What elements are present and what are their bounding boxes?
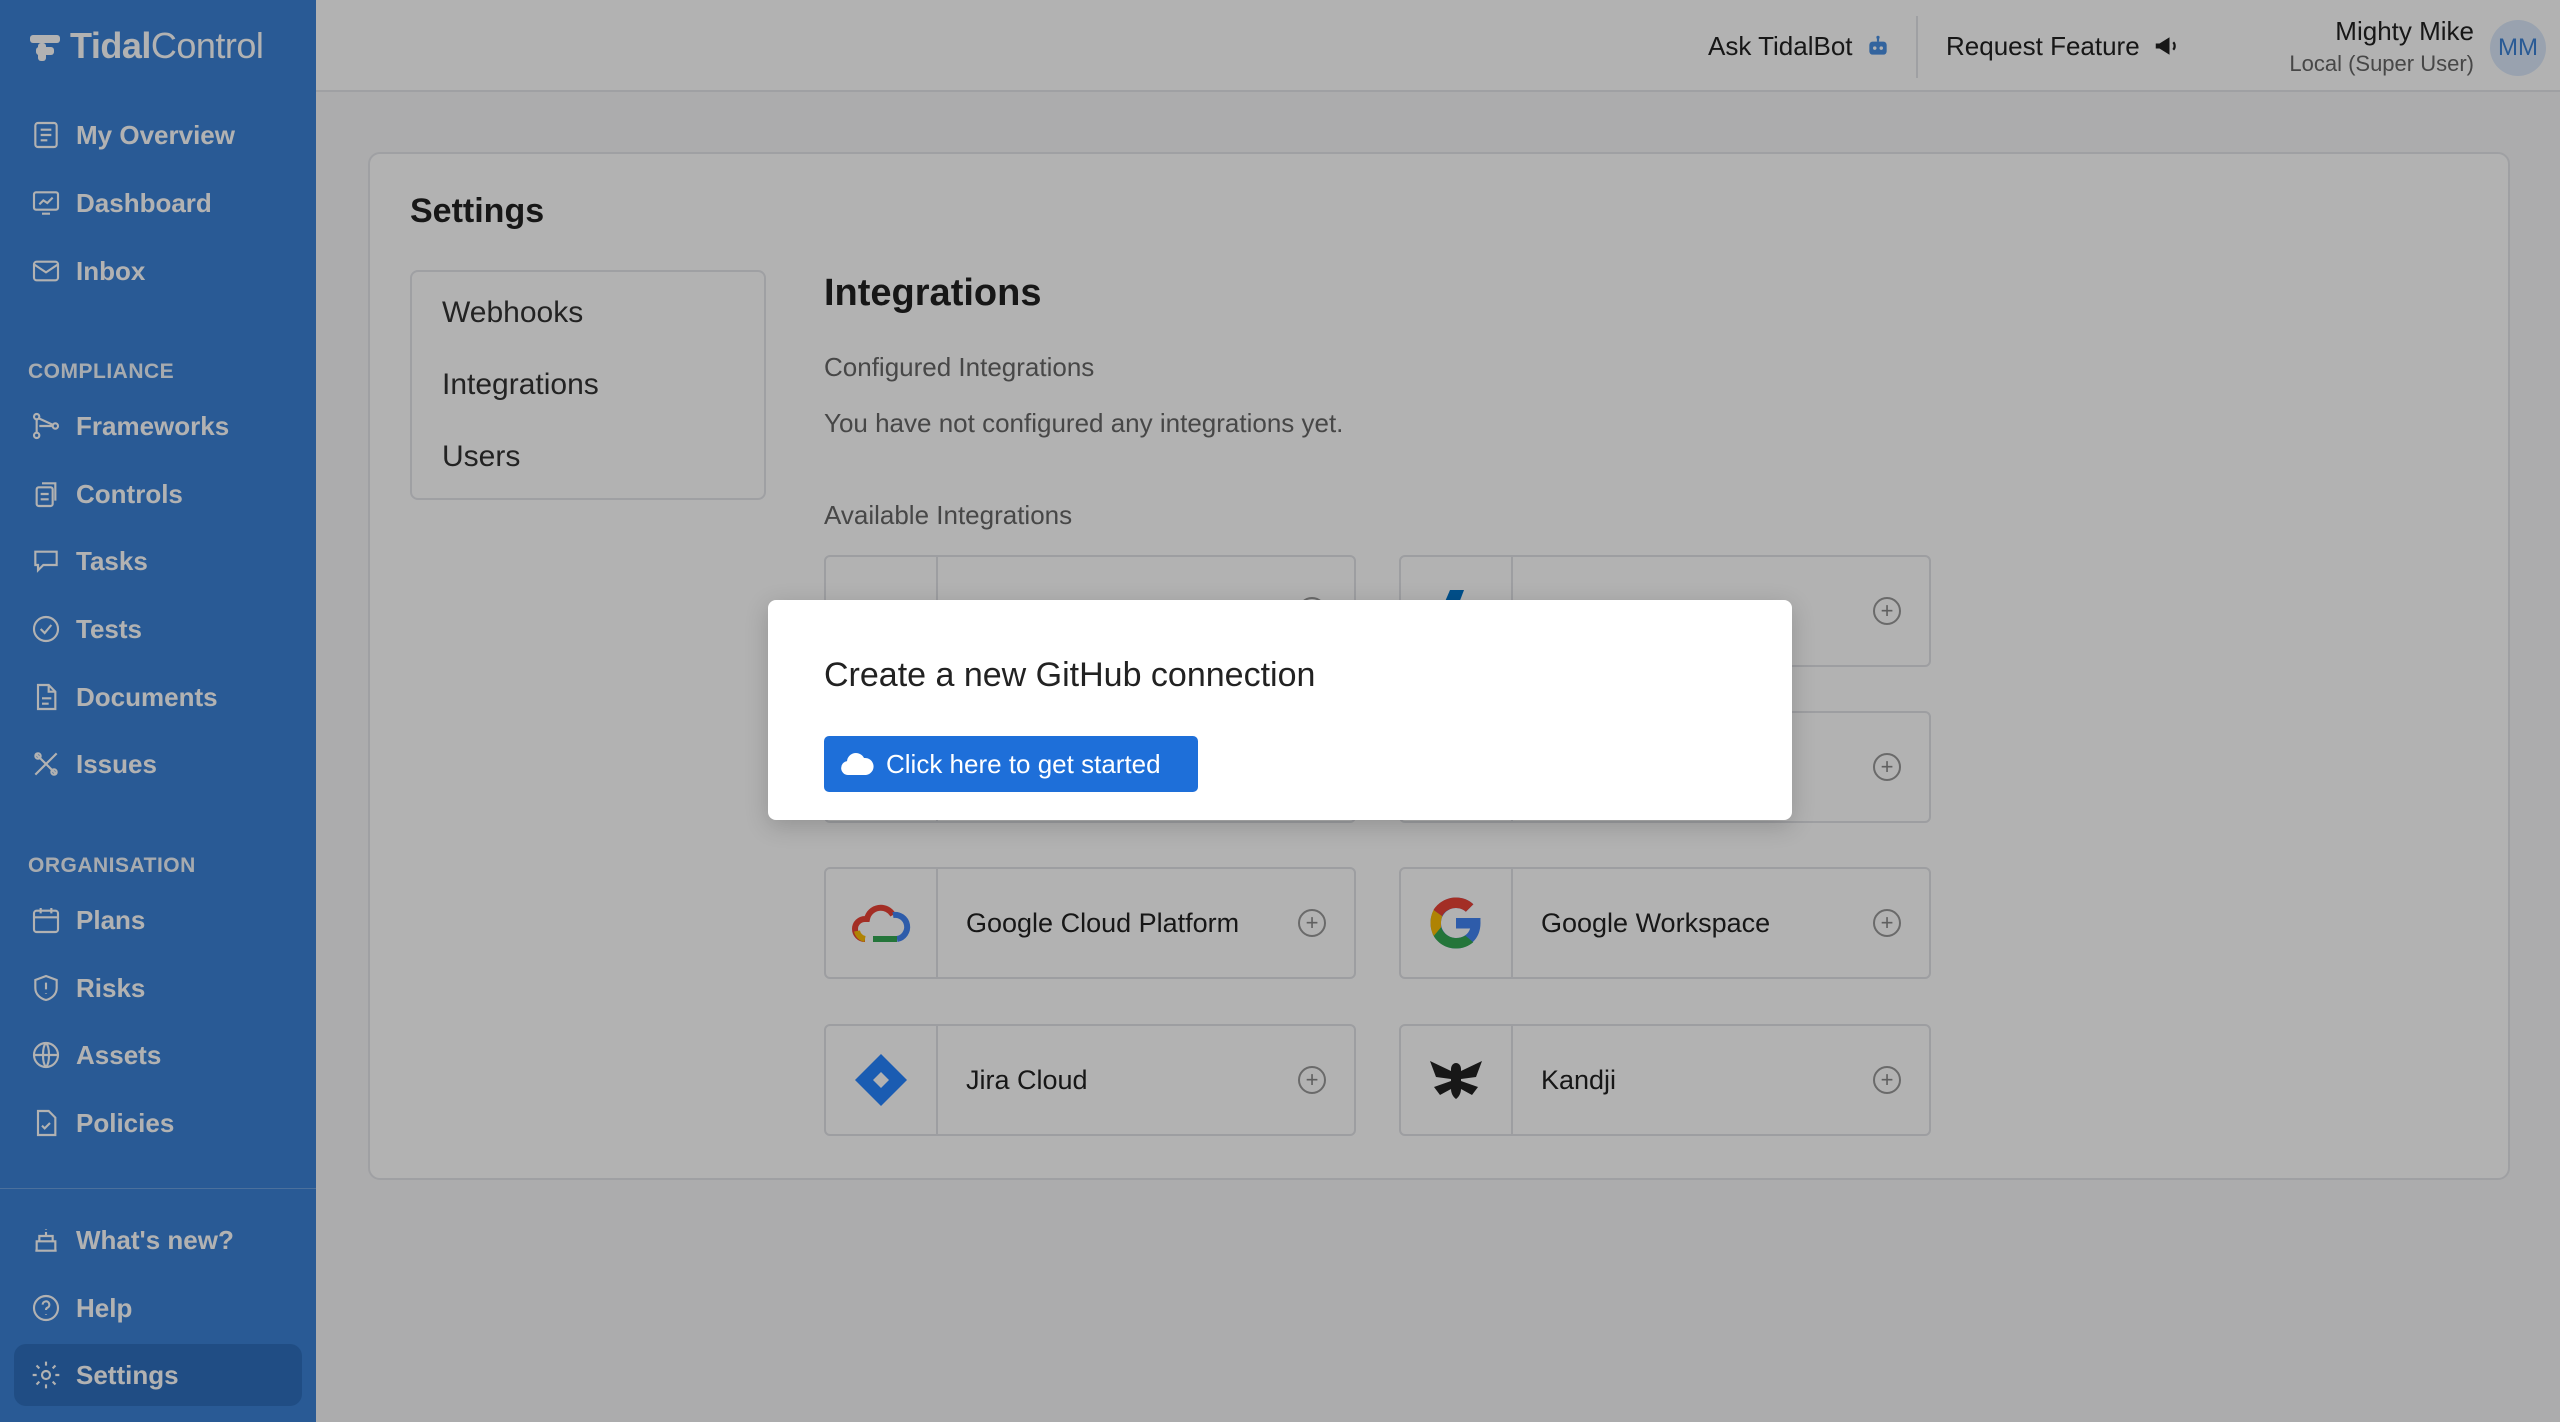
get-started-button[interactable]: Click here to get started (824, 736, 1198, 792)
modal-title: Create a new GitHub connection (824, 656, 1316, 694)
cloud-icon (841, 753, 874, 775)
github-connection-modal: Create a new GitHub connection Click her… (768, 600, 1792, 820)
get-started-label: Click here to get started (886, 748, 1161, 779)
